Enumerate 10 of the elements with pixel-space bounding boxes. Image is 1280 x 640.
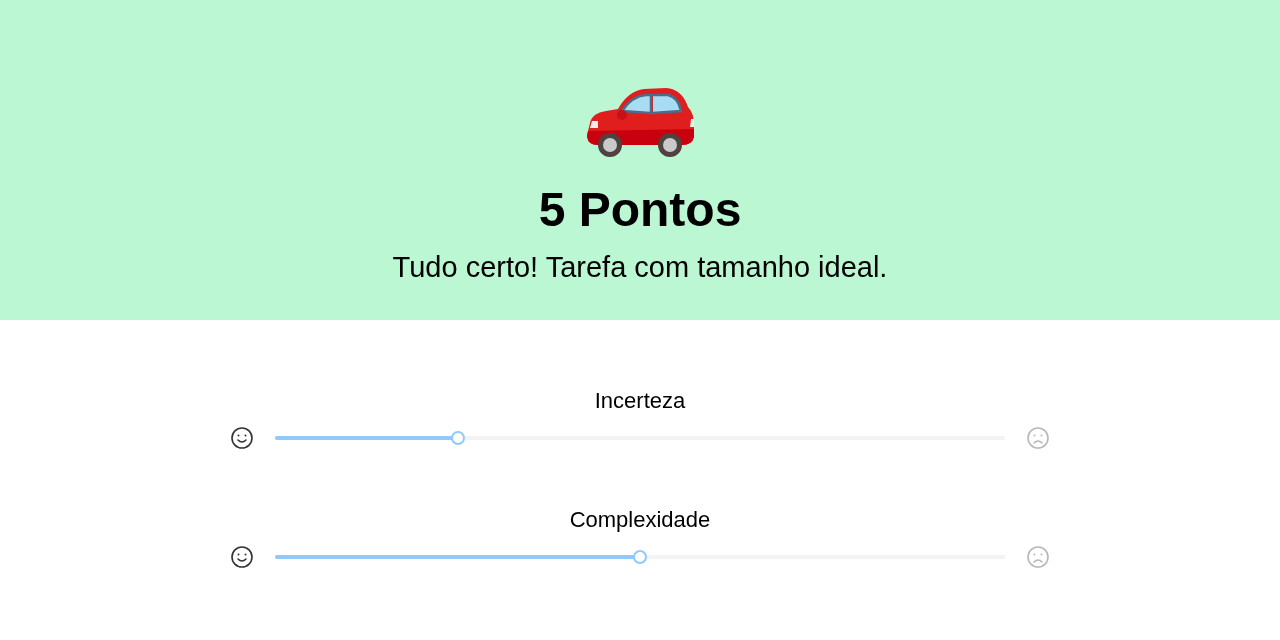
slider-thumb[interactable]	[450, 431, 465, 445]
points-title: 5 Pontos	[538, 182, 742, 238]
result-message: Tudo certo! Tarefa com tamanho ideal.	[392, 250, 888, 284]
smiley-face-icon	[231, 427, 253, 449]
slider-label: Complexidade	[569, 507, 711, 533]
sad-face-icon	[1027, 546, 1049, 568]
slider-label: Incerteza	[594, 388, 686, 414]
sad-face-icon	[1027, 427, 1049, 449]
slider-thumb[interactable]	[633, 550, 647, 564]
smiley-face-icon	[231, 546, 253, 568]
